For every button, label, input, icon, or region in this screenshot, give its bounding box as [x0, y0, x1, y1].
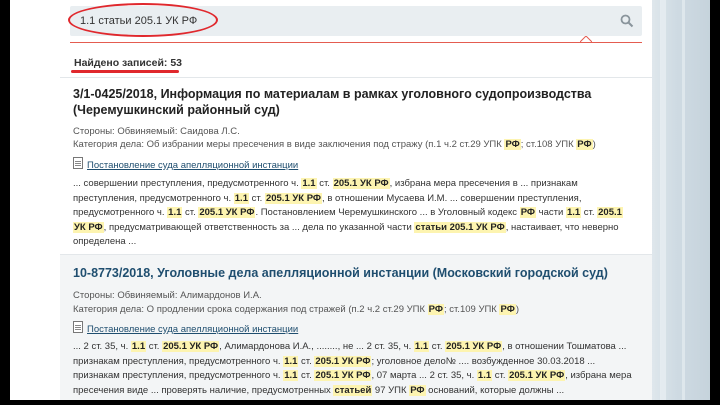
snippet-text: части	[536, 207, 566, 218]
snippet-line: ... 2 ст. 35, ч. 1.1 ст. 205.1 УК РФ, Ал…	[73, 340, 633, 355]
snippet-text: , избрана мера	[565, 370, 632, 381]
snippet-text: , в отношении Мусаева И.М. ... совершени…	[322, 192, 582, 204]
highlight-term: 205.1	[597, 207, 623, 218]
search-underline	[70, 42, 642, 43]
document-link[interactable]: Постановление суда апелляционной инстанц…	[73, 157, 298, 172]
highlight-term: 1.1	[130, 341, 147, 352]
search-results-page: Найдено записей: 53 3/1-0425/2018, Инфор…	[60, 0, 652, 400]
highlight-term: 1.1	[565, 207, 582, 218]
highlight-term: 205.1 УК РФ	[445, 341, 503, 352]
snippet-text: предусмотренного ч.	[73, 207, 168, 218]
highlight-term: РФ	[409, 384, 426, 396]
snippet-text: ст.	[492, 370, 509, 381]
snippet-text: признакам преступления, предусмотренного…	[73, 370, 284, 381]
snippet-line: признакам преступления, предусмотренного…	[73, 355, 633, 370]
result-snippet: ... совершении преступления, предусмотре…	[73, 177, 633, 250]
snippet-text: ; уголовное дело№ .... возбужденное 30.0…	[371, 355, 596, 367]
highlight-term: 205.1 УК РФ	[314, 355, 372, 367]
snippet-text: признакам преступления, предусмотренного…	[73, 355, 284, 367]
snippet-line: определена ...	[73, 235, 633, 250]
snippet-text: пресечения виде ... проверять наличие, п…	[73, 384, 334, 396]
result-parties: Стороны: Обвиняемый: Алимардонов И.А.	[73, 290, 262, 301]
highlight-term: 205.1 УК РФ	[508, 370, 566, 381]
snippet-text: ст.	[248, 192, 265, 204]
result-item: 3/1-0425/2018, Информация по материалам …	[60, 78, 652, 254]
snippet-line: пресечения виде ... проверять наличие, п…	[73, 384, 633, 399]
result-snippet: ... 2 ст. 35, ч. 1.1 ст. 205.1 УК РФ, Ал…	[73, 340, 633, 398]
snippet-text: , Алимардонова И.А., ........, не ... 2 …	[219, 341, 414, 352]
highlight-term: 1.1	[167, 207, 183, 218]
document-link[interactable]: Постановление суда апелляционной инстанц…	[73, 321, 298, 336]
snippet-text: преступления, предусмотренного ч.	[73, 192, 234, 204]
snippet-text: 97 УПК	[372, 384, 410, 396]
snippet-text: ст.	[429, 341, 446, 352]
right-background	[652, 0, 710, 400]
annotation-underline	[71, 70, 179, 73]
search-icon[interactable]	[620, 14, 634, 28]
highlight-term: 1.1	[413, 341, 430, 352]
highlight-term: 205.1 УК РФ	[162, 341, 220, 352]
result-title[interactable]: 3/1-0425/2018, Информация по материалам …	[73, 86, 633, 118]
highlight-term: статьи 205.1 УК РФ	[414, 221, 506, 233]
snippet-text: , избрана мера пресечения в ... признака…	[389, 178, 578, 189]
snippet-text: ст.	[182, 207, 199, 218]
snippet-text: ст.	[146, 341, 163, 352]
highlight-term: 1.1	[283, 355, 299, 367]
snippet-text: , 07 марта ... 2 ст. 35, ч.	[371, 370, 477, 381]
snippet-text: ст.	[316, 178, 333, 189]
snippet-line: УК РФ, предусматривающей ответственность…	[73, 221, 633, 236]
snippet-text: ст.	[581, 207, 598, 218]
search-bar	[70, 6, 642, 36]
result-category: Категория дела: Об избрании меры пресече…	[73, 139, 596, 150]
snippet-line: ... совершении преступления, предусмотре…	[73, 177, 633, 192]
snippet-text: ... 2 ст. 35, ч.	[73, 341, 131, 352]
highlight-term: 1.1	[233, 192, 249, 204]
snippet-line: предусмотренного ч. 1.1 ст. 205.1 УК РФ.…	[73, 206, 633, 221]
highlight-term: 205.1 УК РФ	[314, 370, 372, 381]
document-icon	[73, 157, 83, 169]
found-count: Найдено записей: 53	[74, 57, 182, 69]
tab-notch	[580, 36, 592, 43]
snippet-text: ст.	[298, 355, 315, 367]
snippet-line: преступления, предусмотренного ч. 1.1 ст…	[73, 192, 633, 207]
left-margin	[10, 0, 60, 400]
document-icon	[73, 321, 83, 333]
highlight-term: 205.1 УК РФ	[198, 207, 256, 218]
result-item: 10-8773/2018, Уголовные дела апелляционн…	[60, 255, 652, 400]
snippet-text: ... совершении преступления, предусмотре…	[73, 178, 302, 189]
result-category: Категория дела: О продлении срока содерж…	[73, 304, 519, 315]
highlight-term: 205.1 УК РФ	[264, 192, 323, 204]
snippet-text: оснований, которые должны ...	[425, 384, 565, 396]
browser-frame: Найдено записей: 53 3/1-0425/2018, Инфор…	[10, 0, 710, 400]
result-parties: Стороны: Обвиняемый: Саидова Л.С.	[73, 126, 240, 137]
highlight-term: 1.1	[283, 370, 299, 381]
highlight-term: статьей	[333, 384, 373, 396]
snippet-text: определена ...	[73, 236, 137, 247]
snippet-text: . Постановлением Черемушкинского ... в У…	[255, 207, 520, 218]
snippet-text: , в отношении Тошматова ...	[502, 341, 627, 352]
highlight-term: 1.1	[301, 178, 317, 189]
highlight-term: 1.1	[476, 370, 493, 381]
snippet-text: , настаивает, что неверно	[505, 221, 619, 233]
highlight-term: УК РФ	[73, 221, 104, 233]
search-input[interactable]	[80, 6, 600, 36]
snippet-line: признакам преступления, предусмотренного…	[73, 369, 633, 384]
result-title[interactable]: 10-8773/2018, Уголовные дела апелляционн…	[73, 265, 633, 281]
highlight-term: РФ	[519, 207, 537, 218]
snippet-text: ст.	[298, 370, 315, 381]
snippet-text: , предусматривающей ответственность за .…	[103, 221, 415, 233]
highlight-term: 205.1 УК РФ	[332, 178, 390, 189]
